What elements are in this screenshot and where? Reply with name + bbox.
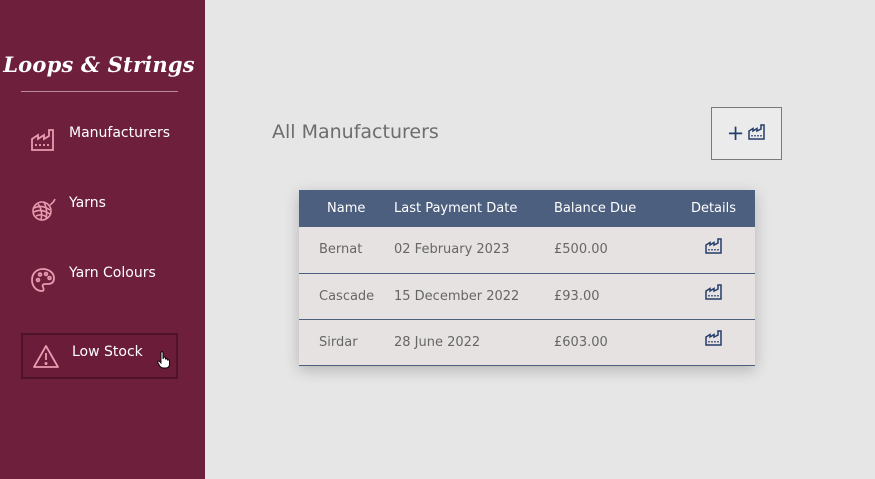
sidebar: Loops & Strings Manufacturers Yarns Yarn… [0, 0, 205, 479]
column-header-last-payment-date[interactable]: Last Payment Date [394, 190, 554, 227]
sidebar-item-label: Manufacturers [69, 125, 171, 141]
logo-divider [21, 91, 178, 92]
add-manufacturer-button[interactable]: + [711, 107, 782, 160]
sidebar-item-label: Low Stock [72, 344, 143, 360]
column-header-name[interactable]: Name [299, 190, 394, 227]
cell-last-payment-date: 28 June 2022 [394, 334, 481, 350]
cell-last-payment-date: 02 February 2023 [394, 242, 510, 258]
sidebar-item-yarns[interactable]: Yarns [21, 187, 178, 233]
cell-balance-due: £500.00 [554, 242, 608, 258]
factory-icon[interactable] [704, 238, 723, 254]
cell-name: Bernat [319, 242, 363, 258]
column-header-details: Details [690, 201, 737, 216]
manufacturers-table: Name Last Payment Date Balance Due Detai… [299, 190, 755, 366]
hand-cursor-icon [157, 351, 171, 369]
factory-icon[interactable] [704, 330, 723, 346]
sidebar-item-manufacturers[interactable]: Manufacturers [21, 117, 178, 163]
sidebar-item-low-stock[interactable]: Low Stock [21, 333, 178, 379]
column-header-balance-due[interactable]: Balance Due [554, 190, 672, 227]
sidebar-item-yarn-colours[interactable]: Yarn Colours [21, 257, 178, 303]
table-header-row: Name Last Payment Date Balance Due Detai… [299, 190, 755, 227]
sidebar-item-label: Yarn Colours [69, 265, 156, 281]
brand-logo[interactable]: Loops & Strings [0, 52, 198, 77]
factory-icon [748, 123, 766, 144]
warning-icon [32, 343, 60, 371]
plus-icon: + [726, 121, 745, 145]
yarn-ball-icon [29, 196, 57, 224]
table-row: Cascade 15 December 2022 £93.00 [299, 273, 755, 319]
page-title: All Manufacturers [272, 121, 439, 143]
cell-last-payment-date: 15 December 2022 [394, 288, 520, 304]
table-row: Sirdar 28 June 2022 £603.00 [299, 319, 755, 365]
factory-icon [29, 126, 57, 154]
cell-balance-due: £93.00 [554, 288, 600, 304]
cell-name: Sirdar [319, 334, 358, 350]
sidebar-item-label: Yarns [69, 195, 106, 211]
cell-name: Cascade [319, 288, 375, 304]
table-row: Bernat 02 February 2023 £500.00 [299, 227, 755, 273]
cell-details [672, 227, 755, 273]
factory-icon[interactable] [704, 284, 723, 300]
cell-balance-due: £603.00 [554, 334, 608, 350]
cell-details [672, 273, 755, 319]
palette-icon [29, 266, 57, 294]
cell-details [672, 319, 755, 365]
